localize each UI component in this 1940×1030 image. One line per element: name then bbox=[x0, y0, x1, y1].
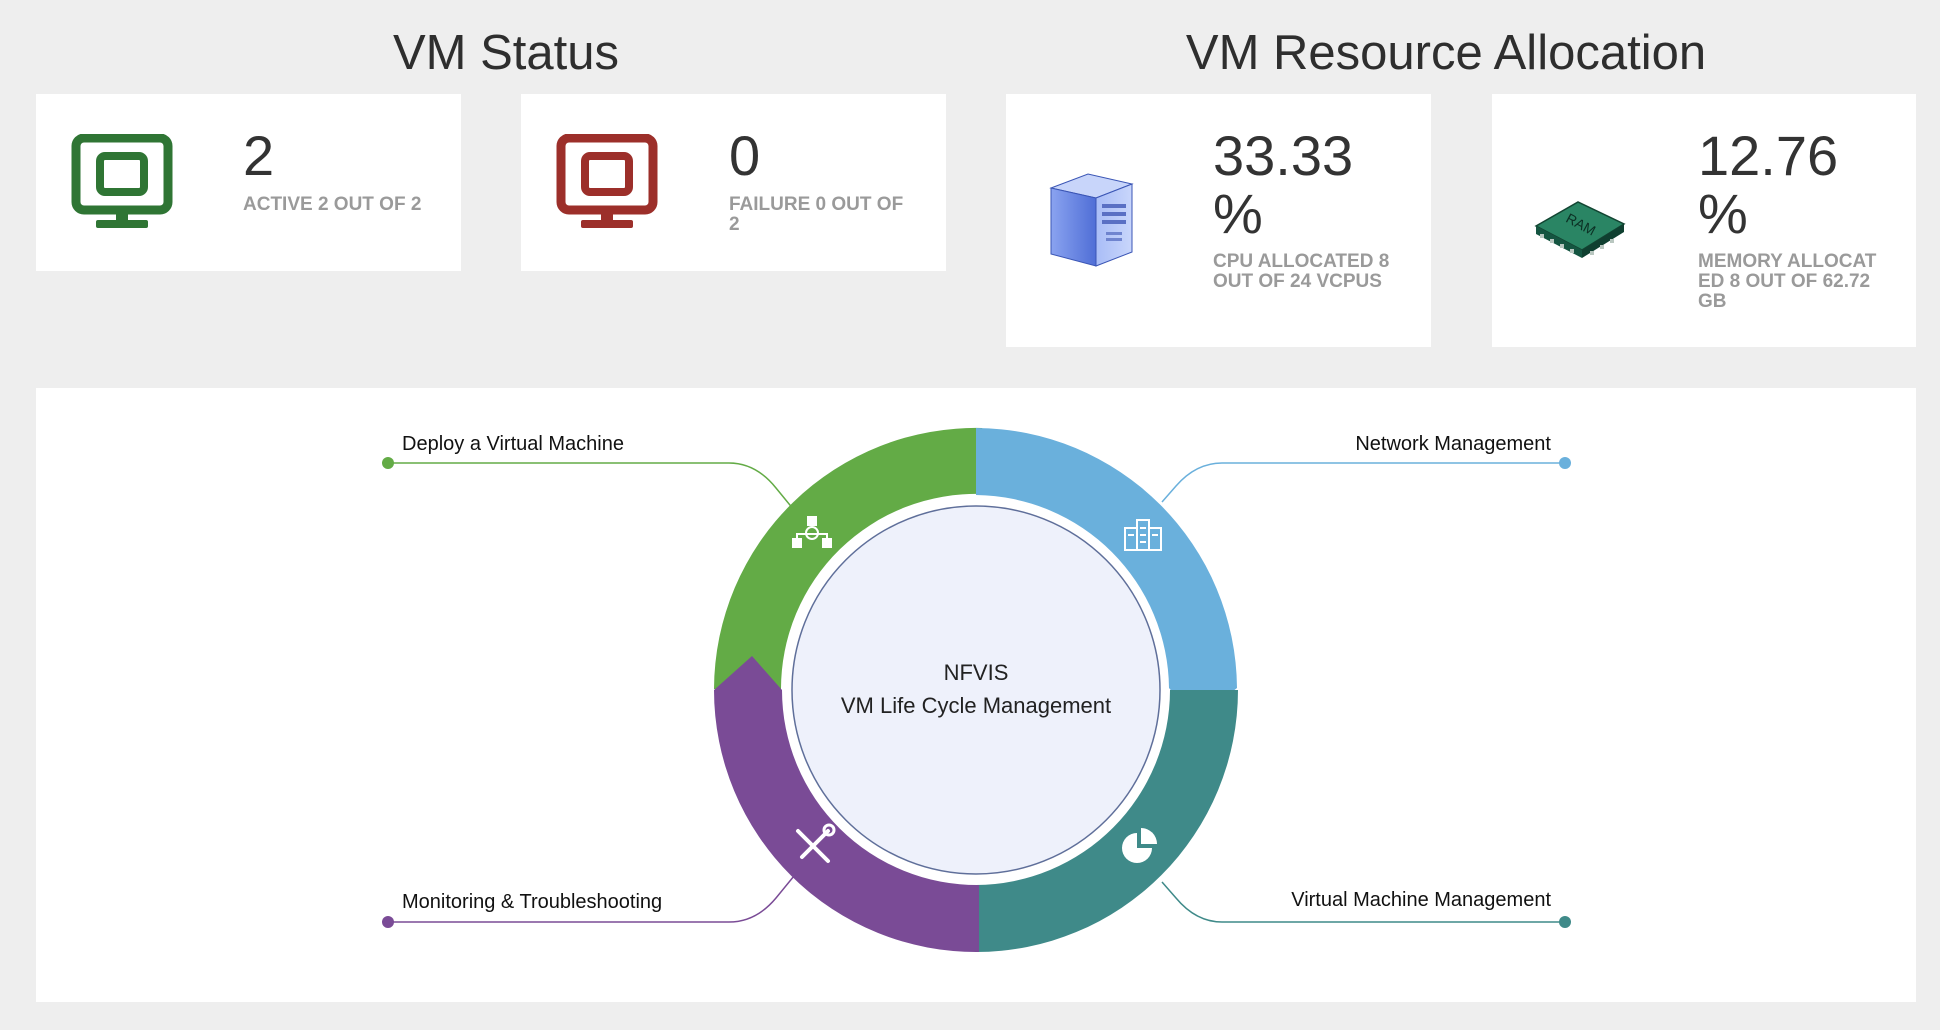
ram-chip-icon: RAM bbox=[1530, 194, 1630, 269]
monitor-active-icon bbox=[70, 133, 174, 237]
memory-allocation-card[interactable]: RAM 12.76 % MEMORY ALLOCATED 8 OUT OF 62… bbox=[1492, 94, 1916, 347]
network-connector-line bbox=[1161, 462, 1565, 503]
active-vm-count: 2 bbox=[243, 124, 275, 187]
network-label[interactable]: Network Management bbox=[1355, 433, 1551, 455]
deploy-label[interactable]: Deploy a Virtual Machine bbox=[402, 433, 624, 455]
active-vm-card[interactable]: 2 ACTIVE 2 OUT OF 2 bbox=[36, 94, 461, 271]
failure-vm-card[interactable]: 0 FAILURE 0 OUT OF 2 bbox=[521, 94, 946, 271]
lifecycle-center-subtitle: VM Life Cycle Management bbox=[841, 693, 1111, 718]
deploy-connector-dot bbox=[382, 457, 394, 469]
memory-percent-value: 12.76 bbox=[1698, 124, 1839, 187]
vm-management-label[interactable]: Virtual Machine Management bbox=[1291, 889, 1551, 911]
monitoring-connector-dot bbox=[382, 916, 394, 928]
lifecycle-panel: NFVIS VM Life Cycle Management Deploy a … bbox=[36, 388, 1916, 1002]
memory-percent-unit: % bbox=[1698, 182, 1748, 245]
monitor-failure-icon bbox=[555, 133, 659, 237]
lifecycle-center-title: NFVIS bbox=[944, 660, 1009, 685]
lifecycle-center-circle bbox=[791, 505, 1161, 875]
cpu-percent-value: 33.33 bbox=[1213, 124, 1354, 187]
failure-vm-count: 0 bbox=[729, 124, 761, 187]
vm-status-title: VM Status bbox=[392, 26, 620, 80]
vm-management-connector-dot bbox=[1559, 916, 1571, 928]
deploy-connector-line bbox=[388, 462, 795, 511]
failure-vm-caption: FAILURE 0 OUT OF 2 bbox=[729, 194, 904, 235]
memory-caption: MEMORY ALLOCATED 8 OUT OF 62.72 GB bbox=[1698, 251, 1877, 312]
network-connector-dot bbox=[1559, 457, 1571, 469]
vm-resource-allocation-title: VM Resource Allocation bbox=[1185, 26, 1707, 80]
cpu-allocation-card[interactable]: 33.33 % CPU ALLOCATED 8 OUT OF 24 VCPUS bbox=[1006, 94, 1431, 347]
cpu-percent-unit: % bbox=[1213, 182, 1263, 245]
server-tower-icon bbox=[1046, 170, 1136, 275]
active-vm-caption: ACTIVE 2 OUT OF 2 bbox=[243, 194, 422, 215]
monitoring-label[interactable]: Monitoring & Troubleshooting bbox=[402, 891, 662, 913]
cpu-caption: CPU ALLOCATED 8 OUT OF 24 VCPUS bbox=[1213, 251, 1390, 292]
